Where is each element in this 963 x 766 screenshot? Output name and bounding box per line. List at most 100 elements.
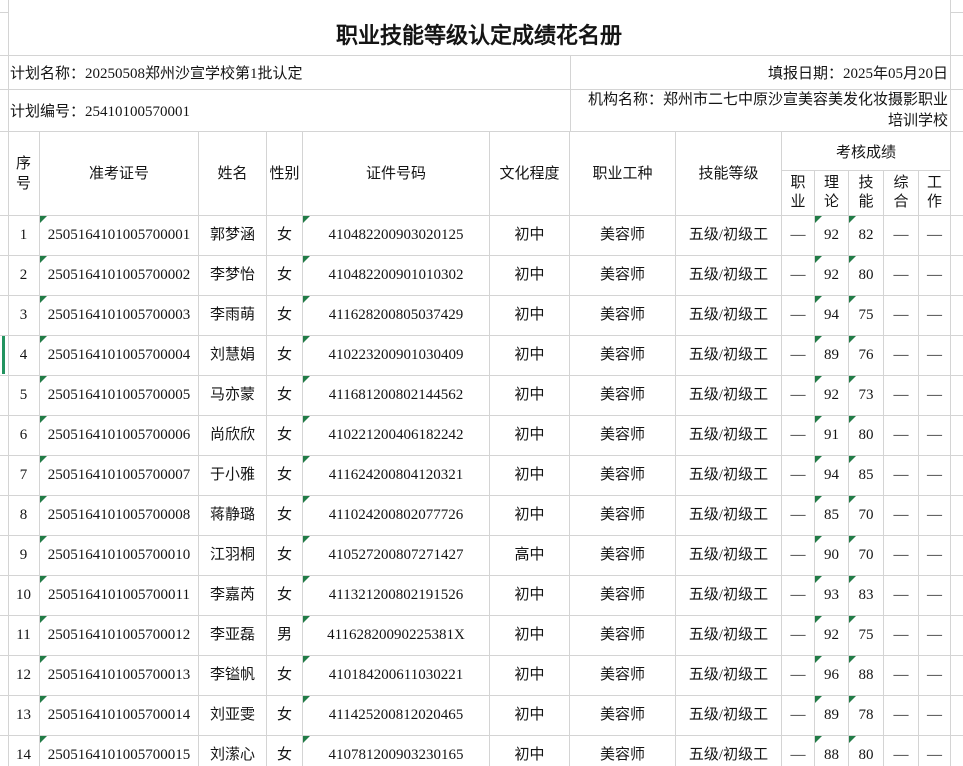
header-score-skill[interactable]: 技 能 [849, 171, 884, 215]
cell-score-skill[interactable]: 75 [849, 616, 884, 655]
cell-score-work[interactable]: — [919, 736, 950, 766]
cell-score-occupation[interactable]: — [782, 656, 815, 695]
cell-exam-ticket-number[interactable]: 2505164101005700002 [40, 256, 199, 295]
cell-score-theory[interactable]: 92 [815, 376, 849, 415]
cell-education[interactable]: 初中 [490, 696, 570, 735]
cell-gender[interactable]: 女 [267, 456, 303, 495]
cell-score-comprehensive[interactable]: — [884, 736, 919, 766]
cell-score-theory[interactable]: 94 [815, 456, 849, 495]
cell-seq[interactable]: 2 [8, 256, 40, 295]
cell-score-skill[interactable]: 80 [849, 256, 884, 295]
cell-occupation[interactable]: 美容师 [570, 336, 676, 375]
cell-score-theory[interactable]: 96 [815, 656, 849, 695]
cell-name[interactable]: 尚欣欣 [199, 416, 267, 455]
cell-score-theory[interactable]: 88 [815, 736, 849, 766]
cell-skill-level[interactable]: 五级/初级工 [676, 336, 782, 375]
cell-exam-ticket-number[interactable]: 2505164101005700013 [40, 656, 199, 695]
cell-gender[interactable]: 女 [267, 416, 303, 455]
cell-gender[interactable]: 女 [267, 536, 303, 575]
cell-exam-ticket-number[interactable]: 2505164101005700006 [40, 416, 199, 455]
cell-occupation[interactable]: 美容师 [570, 736, 676, 766]
cell-score-comprehensive[interactable]: — [884, 216, 919, 255]
cell-idcard-number[interactable]: 411624200804120321 [303, 456, 490, 495]
cell-score-comprehensive[interactable]: — [884, 656, 919, 695]
cell-score-comprehensive[interactable]: — [884, 376, 919, 415]
cell-occupation[interactable]: 美容师 [570, 416, 676, 455]
header-score-group[interactable]: 考核成绩 [782, 132, 950, 171]
cell-skill-level[interactable]: 五级/初级工 [676, 256, 782, 295]
plan-number-cell[interactable]: 计划编号：25410100570001 [10, 90, 190, 131]
header-score-work[interactable]: 工 作 [919, 171, 950, 215]
cell-score-theory[interactable]: 89 [815, 696, 849, 735]
cell-education[interactable]: 初中 [490, 376, 570, 415]
cell-occupation[interactable]: 美容师 [570, 656, 676, 695]
cell-exam-ticket-number[interactable]: 2505164101005700014 [40, 696, 199, 735]
cell-score-comprehensive[interactable]: — [884, 296, 919, 335]
cell-score-theory[interactable]: 93 [815, 576, 849, 615]
cell-gender[interactable]: 女 [267, 336, 303, 375]
cell-skill-level[interactable]: 五级/初级工 [676, 736, 782, 766]
cell-score-occupation[interactable]: — [782, 576, 815, 615]
cell-education[interactable]: 初中 [490, 416, 570, 455]
cell-idcard-number[interactable]: 411321200802191526 [303, 576, 490, 615]
cell-name[interactable]: 于小雅 [199, 456, 267, 495]
cell-occupation[interactable]: 美容师 [570, 296, 676, 335]
cell-score-occupation[interactable]: — [782, 336, 815, 375]
cell-education[interactable]: 初中 [490, 336, 570, 375]
cell-gender[interactable]: 女 [267, 496, 303, 535]
cell-gender[interactable]: 男 [267, 616, 303, 655]
cell-exam-ticket-number[interactable]: 2505164101005700007 [40, 456, 199, 495]
cell-score-occupation[interactable]: — [782, 216, 815, 255]
cell-name[interactable]: 刘慧娟 [199, 336, 267, 375]
cell-seq[interactable]: 7 [8, 456, 40, 495]
cell-education[interactable]: 初中 [490, 256, 570, 295]
cell-gender[interactable]: 女 [267, 376, 303, 415]
cell-seq[interactable]: 14 [8, 736, 40, 766]
plan-name-cell[interactable]: 计划名称：20250508郑州沙宣学校第1批认定 [10, 56, 303, 89]
org-name-cell[interactable]: 机构名称：郑州市二七中原沙宣美容美发化妆摄影职业培训学校 [582, 90, 948, 132]
cell-score-work[interactable]: — [919, 536, 950, 575]
cell-score-comprehensive[interactable]: — [884, 536, 919, 575]
cell-occupation[interactable]: 美容师 [570, 216, 676, 255]
cell-exam-ticket-number[interactable]: 2505164101005700003 [40, 296, 199, 335]
cell-gender[interactable]: 女 [267, 696, 303, 735]
cell-score-work[interactable]: — [919, 696, 950, 735]
cell-idcard-number[interactable]: 411425200812020465 [303, 696, 490, 735]
cell-exam-ticket-number[interactable]: 2505164101005700012 [40, 616, 199, 655]
cell-score-skill[interactable]: 76 [849, 336, 884, 375]
cell-score-skill[interactable]: 75 [849, 296, 884, 335]
cell-seq[interactable]: 6 [8, 416, 40, 455]
cell-score-skill[interactable]: 78 [849, 696, 884, 735]
cell-seq[interactable]: 13 [8, 696, 40, 735]
cell-score-comprehensive[interactable]: — [884, 256, 919, 295]
cell-name[interactable]: 江羽桐 [199, 536, 267, 575]
header-name[interactable]: 姓名 [199, 132, 267, 215]
cell-skill-level[interactable]: 五级/初级工 [676, 496, 782, 535]
cell-seq[interactable]: 8 [8, 496, 40, 535]
cell-score-comprehensive[interactable]: — [884, 616, 919, 655]
cell-score-comprehensive[interactable]: — [884, 496, 919, 535]
cell-name[interactable]: 刘亚雯 [199, 696, 267, 735]
cell-name[interactable]: 李雨萌 [199, 296, 267, 335]
cell-name[interactable]: 李镒帆 [199, 656, 267, 695]
cell-gender[interactable]: 女 [267, 656, 303, 695]
cell-idcard-number[interactable]: 410527200807271427 [303, 536, 490, 575]
cell-score-skill[interactable]: 88 [849, 656, 884, 695]
cell-score-occupation[interactable]: — [782, 736, 815, 766]
cell-education[interactable]: 高中 [490, 536, 570, 575]
cell-exam-ticket-number[interactable]: 2505164101005700004 [40, 336, 199, 375]
cell-seq[interactable]: 12 [8, 656, 40, 695]
cell-seq[interactable]: 11 [8, 616, 40, 655]
cell-score-occupation[interactable]: — [782, 696, 815, 735]
header-score-occupation[interactable]: 职 业 [782, 171, 815, 215]
cell-name[interactable]: 刘潆心 [199, 736, 267, 766]
cell-seq[interactable]: 9 [8, 536, 40, 575]
cell-score-theory[interactable]: 89 [815, 336, 849, 375]
cell-education[interactable]: 初中 [490, 296, 570, 335]
cell-idcard-number[interactable]: 411681200802144562 [303, 376, 490, 415]
cell-education[interactable]: 初中 [490, 576, 570, 615]
cell-skill-level[interactable]: 五级/初级工 [676, 416, 782, 455]
cell-occupation[interactable]: 美容师 [570, 256, 676, 295]
cell-skill-level[interactable]: 五级/初级工 [676, 656, 782, 695]
cell-score-comprehensive[interactable]: — [884, 576, 919, 615]
